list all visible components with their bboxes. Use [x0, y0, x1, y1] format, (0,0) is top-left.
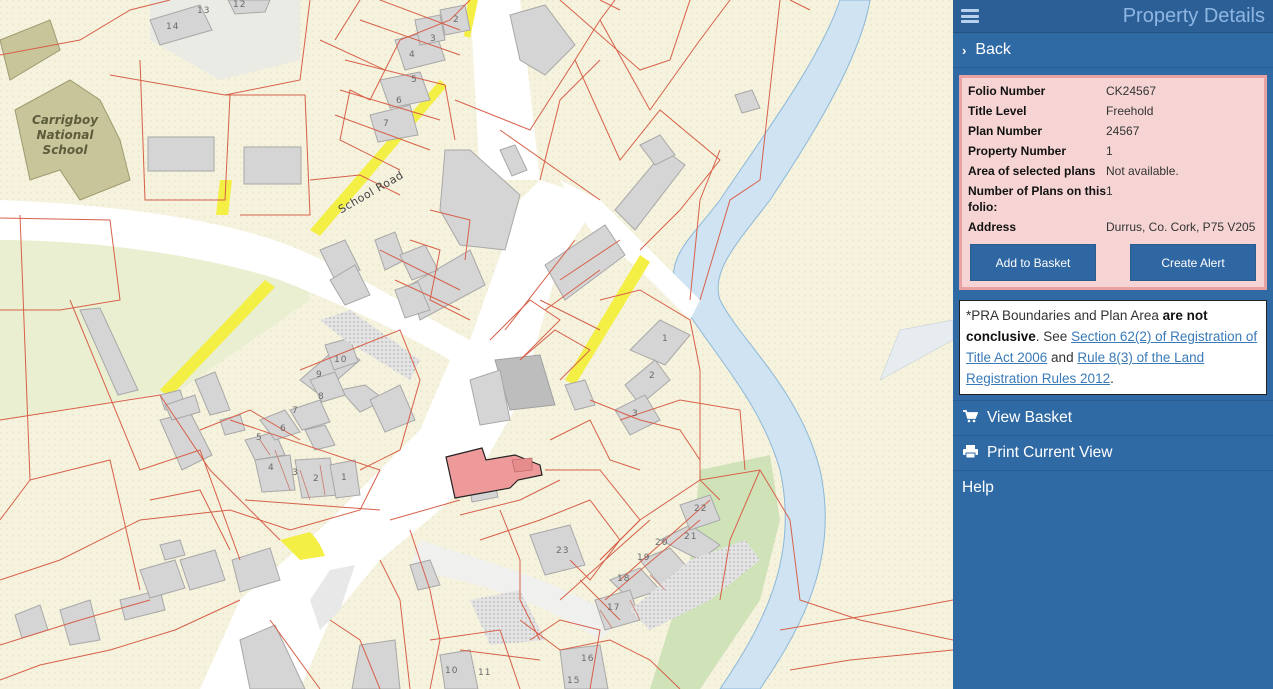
print-view-label: Print Current View — [987, 444, 1113, 461]
property-details-card: Folio Number CK24567 Title Level Freehol… — [959, 75, 1267, 290]
detail-value: 1 — [1106, 184, 1113, 198]
detail-label: Address — [968, 220, 1017, 234]
panel-title: Property Details — [1122, 4, 1265, 27]
add-to-basket-button[interactable]: Add to Basket — [970, 244, 1096, 281]
house-number: 23 — [556, 546, 570, 556]
house-number: 16 — [581, 654, 595, 664]
detail-label: Plan Number — [968, 124, 1043, 138]
map-canvas[interactable] — [0, 0, 953, 689]
detail-row-num-plans: Number of Plans on this folio: 1 — [968, 183, 1258, 215]
notice-see: . See — [1035, 329, 1072, 344]
printer-icon — [962, 445, 978, 461]
notice-end: . — [1110, 371, 1114, 386]
house-number: 17 — [607, 603, 621, 613]
house-number: 3 — [292, 468, 299, 478]
help-label: Help — [962, 479, 994, 496]
house-number: 6 — [396, 96, 403, 106]
house-number: 4 — [409, 50, 416, 60]
house-number: 3 — [430, 34, 437, 44]
house-number: 21 — [684, 532, 698, 542]
house-number: 19 — [637, 553, 651, 563]
notice-and: and — [1047, 350, 1078, 365]
view-basket-menu-item[interactable]: View Basket — [953, 400, 1273, 435]
action-buttons: Add to Basket Create Alert — [968, 244, 1258, 281]
house-number: 22 — [694, 504, 708, 514]
chevron-right-icon: › — [962, 42, 967, 58]
view-basket-label: View Basket — [987, 409, 1073, 426]
house-number: 2 — [649, 371, 656, 381]
detail-value: Not available. — [1106, 164, 1179, 178]
house-number: 5 — [256, 433, 263, 443]
house-number: 2 — [313, 474, 320, 484]
hamburger-menu-icon[interactable] — [961, 9, 979, 23]
detail-label: Property Number — [968, 144, 1067, 158]
house-number: 12 — [233, 0, 247, 10]
house-number: 18 — [617, 574, 631, 584]
house-number: 6 — [280, 424, 287, 434]
house-number: 9 — [316, 370, 323, 380]
house-number: 13 — [197, 6, 211, 16]
detail-value: CK24567 — [1106, 84, 1157, 98]
house-number: 4 — [268, 463, 275, 473]
house-number: 2 — [453, 15, 460, 25]
help-menu-item[interactable]: Help — [953, 470, 1273, 505]
detail-row-title-level: Title Level Freehold — [968, 103, 1258, 119]
house-number: 11 — [478, 668, 492, 678]
house-number: 5 — [411, 75, 418, 85]
house-number: 7 — [292, 406, 299, 416]
detail-row-property-number: Property Number 1 — [968, 143, 1258, 159]
detail-value: 1 — [1106, 144, 1113, 158]
detail-row-plan-number: Plan Number 24567 — [968, 123, 1258, 139]
house-number: 10 — [334, 355, 348, 365]
house-number: 20 — [655, 538, 669, 548]
panel-header: Property Details — [953, 0, 1273, 33]
house-number: 3 — [632, 409, 639, 419]
house-number: 8 — [318, 392, 325, 402]
detail-label: Area of selected plans — [968, 164, 1096, 178]
house-number: 14 — [166, 22, 180, 32]
detail-label: Number of Plans on this folio: — [968, 184, 1107, 214]
property-details-panel: Property Details › Back Folio Number CK2… — [953, 0, 1273, 689]
create-alert-button[interactable]: Create Alert — [1130, 244, 1256, 281]
detail-row-folio: Folio Number CK24567 — [968, 83, 1258, 99]
detail-value: Freehold — [1106, 104, 1154, 118]
house-number: 1 — [662, 334, 669, 344]
detail-value: Durrus, Co. Cork, P75 V205 — [1106, 220, 1256, 234]
notice-prefix: *PRA Boundaries and Plan Area — [966, 308, 1163, 323]
detail-row-area: Area of selected plans Not available. — [968, 163, 1258, 179]
shopping-cart-icon — [962, 410, 978, 426]
disclaimer-notice: *PRA Boundaries and Plan Area are not co… — [959, 300, 1267, 395]
house-number: 1 — [341, 473, 348, 483]
house-number: 15 — [567, 676, 581, 686]
back-button[interactable]: › Back — [953, 33, 1273, 68]
detail-label: Title Level — [968, 104, 1027, 118]
school-label: Carrigboy National School — [31, 113, 99, 157]
house-number: 7 — [383, 119, 390, 129]
map-view[interactable]: Carrigboy National School School Road 13… — [0, 0, 953, 689]
house-number: 10 — [445, 666, 459, 676]
detail-row-address: Address Durrus, Co. Cork, P75 V205 — [968, 219, 1258, 235]
detail-label: Folio Number — [968, 84, 1046, 98]
print-view-menu-item[interactable]: Print Current View — [953, 435, 1273, 470]
detail-value: 24567 — [1106, 124, 1140, 138]
back-label: Back — [975, 41, 1011, 58]
